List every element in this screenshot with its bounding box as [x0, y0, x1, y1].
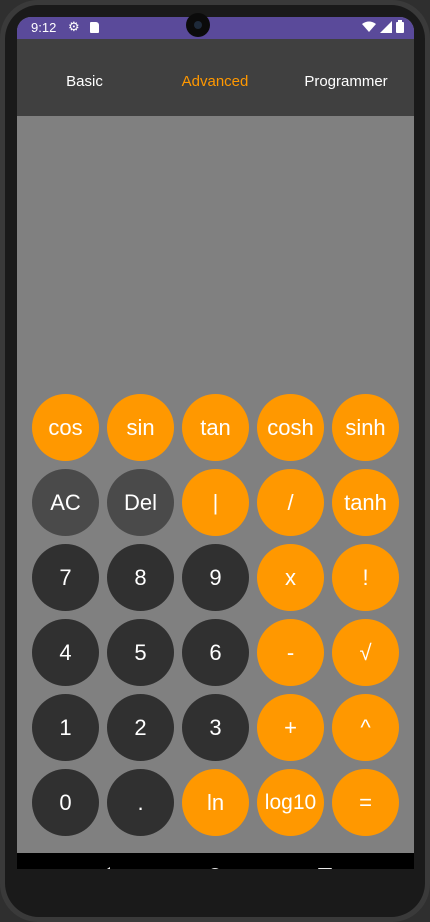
tan-button[interactable]: tan — [182, 394, 249, 461]
equals-button[interactable]: = — [332, 769, 399, 836]
digit-7-button[interactable]: 7 — [32, 544, 99, 611]
tab-programmer[interactable]: Programmer — [278, 39, 414, 116]
back-triangle-icon[interactable] — [98, 867, 110, 869]
pipe-button[interactable]: | — [182, 469, 249, 536]
subtract-button[interactable]: - — [257, 619, 324, 686]
sqrt-button[interactable]: √ — [332, 619, 399, 686]
tab-basic[interactable]: Basic — [17, 39, 152, 116]
delete-button[interactable]: Del — [107, 469, 174, 536]
cosh-button[interactable]: cosh — [257, 394, 324, 461]
home-circle-icon[interactable] — [208, 868, 222, 869]
status-time: 9:12 — [31, 20, 57, 35]
digit-1-button[interactable]: 1 — [32, 694, 99, 761]
status-bar: 9:12 ⚙ — [17, 17, 414, 39]
digit-4-button[interactable]: 4 — [32, 619, 99, 686]
multiply-button[interactable]: x — [257, 544, 324, 611]
front-camera — [186, 13, 210, 37]
signal-icon — [380, 20, 392, 33]
battery-icon — [396, 20, 404, 33]
sin-button[interactable]: sin — [107, 394, 174, 461]
all-clear-button[interactable]: AC — [32, 469, 99, 536]
gear-icon: ⚙ — [68, 19, 80, 34]
result-display — [17, 116, 414, 386]
app-screen: 9:12 ⚙ Basic Advanced Programmer cos sin t… — [17, 17, 414, 869]
digit-3-button[interactable]: 3 — [182, 694, 249, 761]
digit-2-button[interactable]: 2 — [107, 694, 174, 761]
mode-tab-bar: Basic Advanced Programmer — [17, 39, 414, 116]
wifi-icon — [362, 21, 376, 32]
digit-6-button[interactable]: 6 — [182, 619, 249, 686]
sd-card-icon — [90, 22, 99, 33]
decimal-button[interactable]: . — [107, 769, 174, 836]
divide-button[interactable]: / — [257, 469, 324, 536]
recents-square-icon[interactable] — [318, 868, 332, 869]
digit-0-button[interactable]: 0 — [32, 769, 99, 836]
digit-5-button[interactable]: 5 — [107, 619, 174, 686]
add-button[interactable]: + — [257, 694, 324, 761]
tab-advanced[interactable]: Advanced — [147, 39, 283, 116]
system-nav-bar — [17, 853, 414, 869]
digit-8-button[interactable]: 8 — [107, 544, 174, 611]
ln-button[interactable]: ln — [182, 769, 249, 836]
factorial-button[interactable]: ! — [332, 544, 399, 611]
sinh-button[interactable]: sinh — [332, 394, 399, 461]
cos-button[interactable]: cos — [32, 394, 99, 461]
status-icons — [362, 20, 404, 33]
log10-button[interactable]: log10 — [257, 769, 324, 836]
tanh-button[interactable]: tanh — [332, 469, 399, 536]
power-button[interactable]: ^ — [332, 694, 399, 761]
digit-9-button[interactable]: 9 — [182, 544, 249, 611]
